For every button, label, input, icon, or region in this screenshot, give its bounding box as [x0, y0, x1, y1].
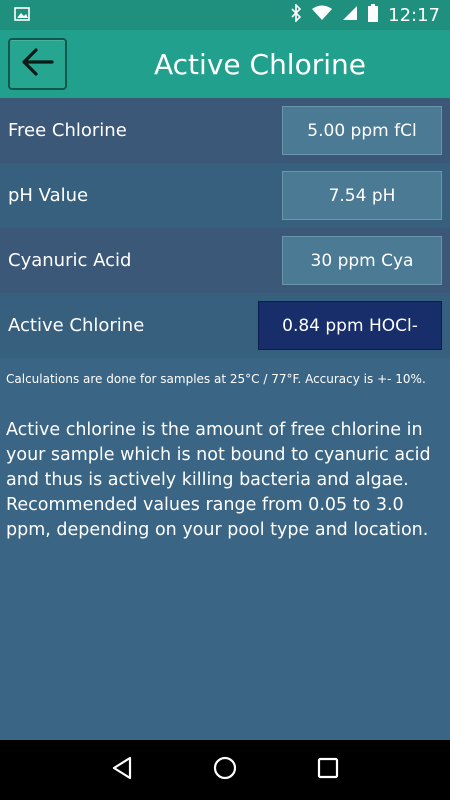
bluetooth-icon — [290, 3, 302, 26]
back-triangle-icon — [111, 756, 133, 784]
status-right: 12:17 — [290, 3, 440, 26]
status-bar: 12:17 — [0, 0, 450, 30]
parameter-list: Free Chlorine 5.00 ppm fCl pH Value 7.54… — [0, 98, 450, 358]
status-left — [14, 6, 30, 25]
row-ph-value: pH Value 7.54 pH — [0, 163, 450, 228]
row-cyanuric-acid: Cyanuric Acid 30 ppm Cya — [0, 228, 450, 293]
arrow-left-icon — [20, 47, 56, 81]
cyanuric-acid-label: Cyanuric Acid — [8, 250, 132, 271]
signal-icon — [342, 5, 358, 25]
cyanuric-acid-input[interactable]: 30 ppm Cya — [282, 236, 442, 285]
status-time: 12:17 — [388, 4, 440, 26]
image-icon — [14, 6, 30, 25]
page-title: Active Chlorine — [154, 47, 366, 81]
nav-back-button[interactable] — [102, 750, 142, 790]
active-chlorine-result: 0.84 ppm HOCl- — [258, 301, 442, 350]
free-chlorine-input[interactable]: 5.00 ppm fCl — [282, 106, 442, 155]
description-text: Active chlorine is the amount of free ch… — [6, 420, 431, 540]
nav-recents-button[interactable] — [308, 750, 348, 790]
accuracy-footnote: Calculations are done for samples at 25°… — [6, 372, 426, 386]
navigation-bar — [0, 740, 450, 800]
ph-value-label: pH Value — [8, 185, 89, 206]
wifi-icon — [312, 5, 333, 25]
app-bar: Active Chlorine — [0, 30, 450, 98]
ph-value-input[interactable]: 7.54 pH — [282, 171, 442, 220]
nav-home-button[interactable] — [205, 750, 245, 790]
row-active-chlorine: Active Chlorine 0.84 ppm HOCl- — [0, 293, 450, 358]
back-button[interactable] — [8, 38, 67, 90]
active-chlorine-label: Active Chlorine — [8, 315, 145, 336]
row-free-chlorine: Free Chlorine 5.00 ppm fCl — [0, 98, 450, 163]
free-chlorine-label: Free Chlorine — [8, 120, 127, 141]
battery-icon — [368, 4, 379, 26]
home-circle-icon — [213, 756, 237, 784]
recents-square-icon — [317, 757, 339, 783]
